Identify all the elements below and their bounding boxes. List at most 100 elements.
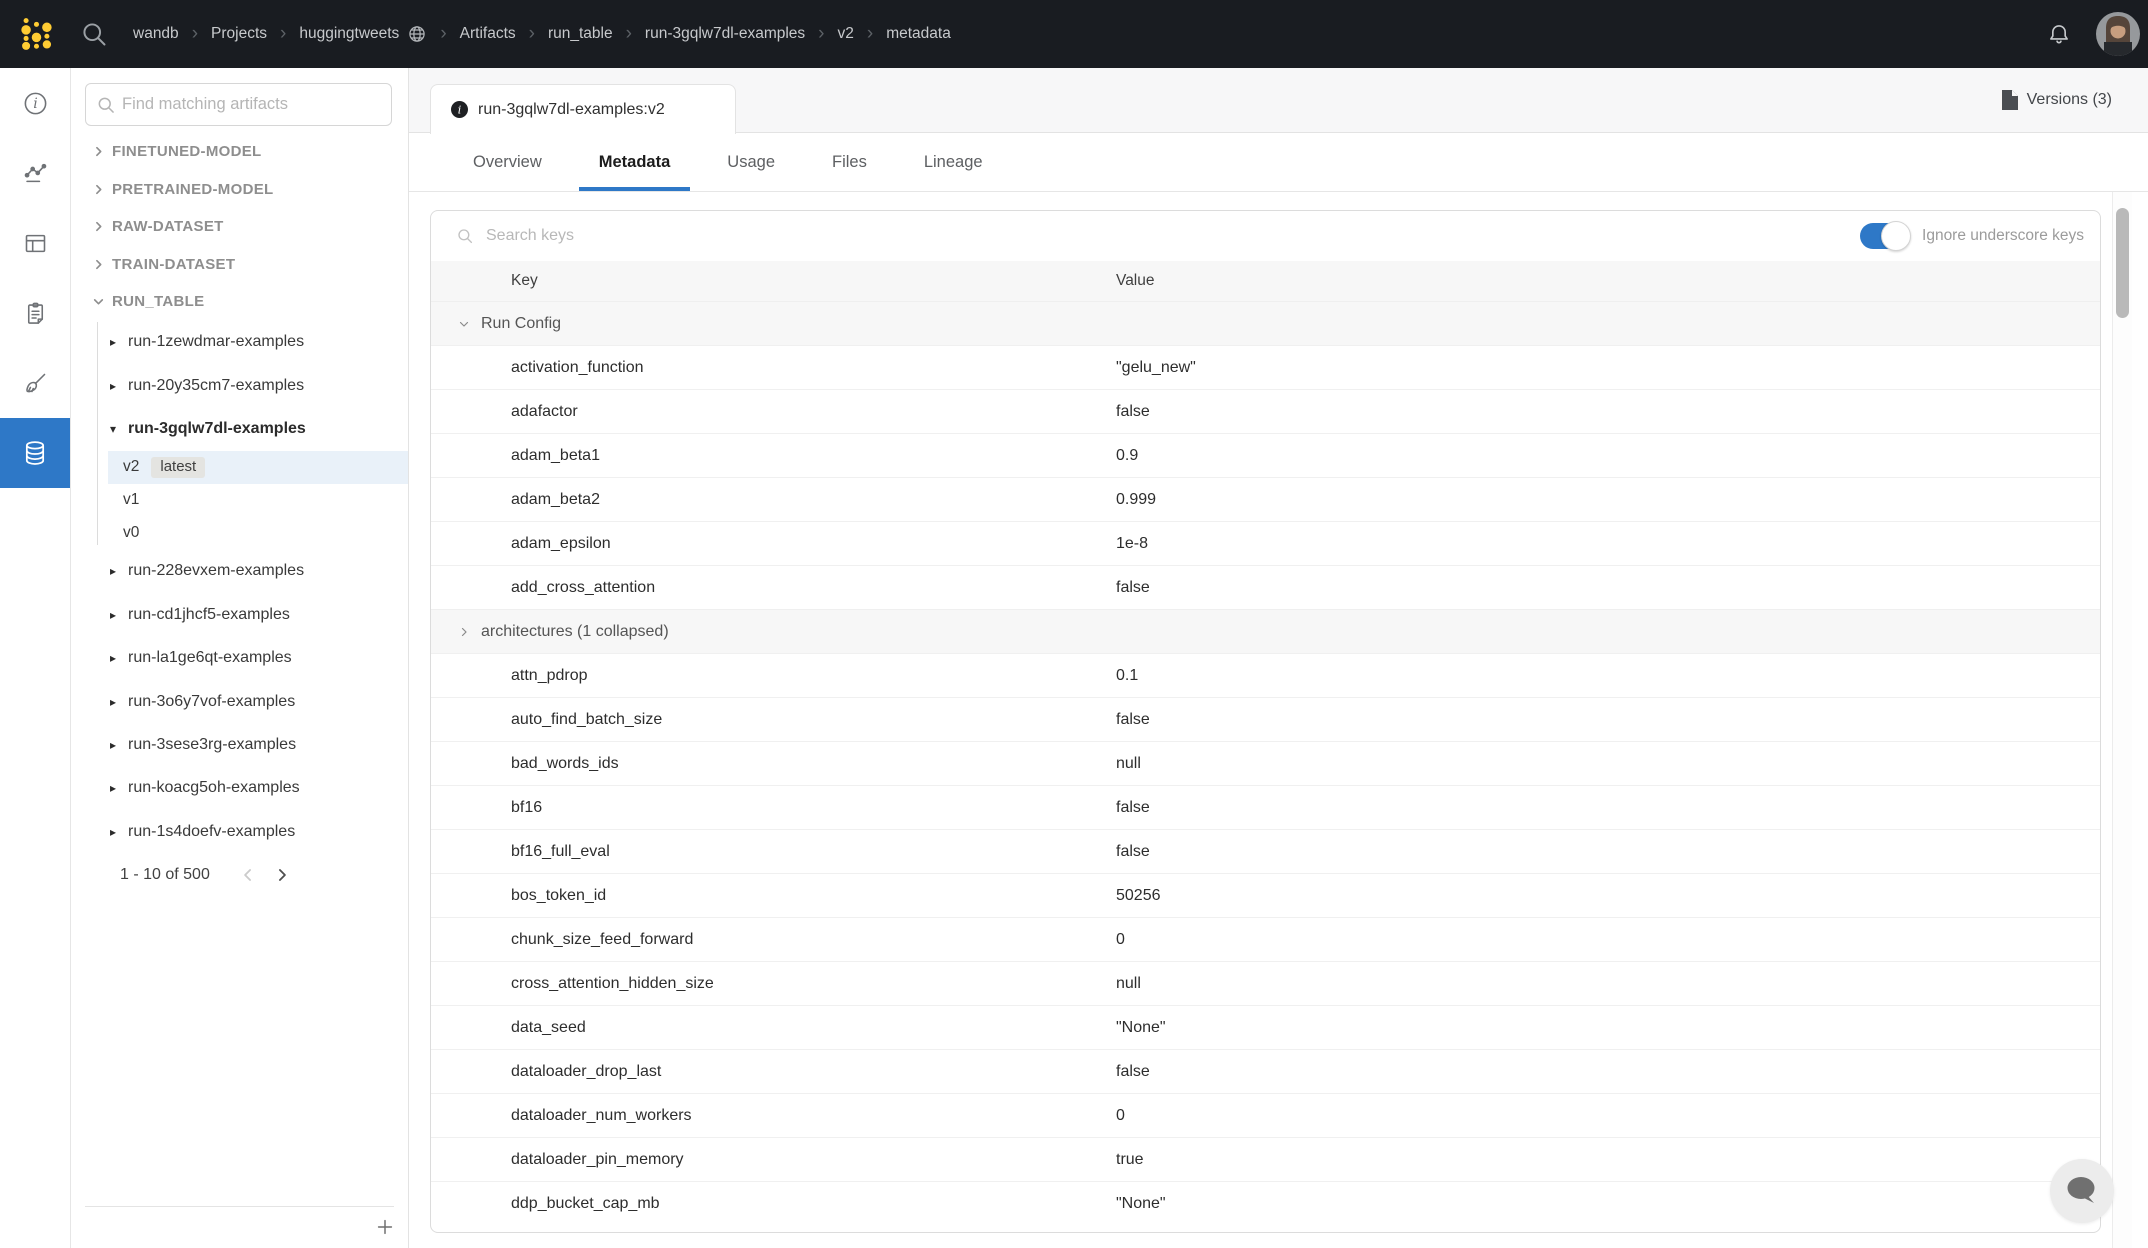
charts-icon[interactable] [0,138,70,208]
triangle-right-icon: ▸ [110,608,120,622]
chat-bubble-icon [2065,1175,2099,1207]
notifications-bell-icon[interactable] [2046,21,2072,47]
artifact-search-input[interactable] [122,95,391,114]
run-label: run-3o6y7vof-examples [128,693,295,711]
versions-label: Versions (3) [2027,91,2112,109]
info-icon[interactable]: i [0,68,70,138]
breadcrumb-label: huggingtweets [299,25,399,43]
breadcrumb-label: metadata [886,25,951,43]
metadata-row-ddp-bucket-cap-mb: ddp_bucket_cap_mb"None" [431,1181,2100,1225]
sidebar-category-pretrained-model[interactable]: PRETRAINED-MODEL [71,171,408,209]
sidebar-run-run-koacg5oh-examples[interactable]: ▸run-koacg5oh-examples [71,767,408,810]
sidebar-category-finetuned-model[interactable]: FINETUNED-MODEL [71,133,408,171]
chevron-right-icon[interactable] [272,865,292,885]
run-label: run-koacg5oh-examples [128,779,300,797]
sidebar-run-run-1s4doefv-examples[interactable]: ▸run-1s4doefv-examples [71,810,408,853]
run-label: run-3gqlw7dl-examples [128,420,306,438]
sidebar-category-train-dataset[interactable]: TRAIN-DATASET [71,246,408,284]
chevron-right-icon [458,626,470,638]
metadata-row-cross-attention-hidden-size: cross_attention_hidden_sizenull [431,961,2100,1005]
metadata-group-row-architectures-1-collapsed-[interactable]: architectures (1 collapsed) [431,609,2100,653]
sidebar-version-v0[interactable]: v0 [108,517,408,550]
sidebar-version-v1[interactable]: v1 [108,484,408,517]
sweeps-broom-icon[interactable] [0,348,70,418]
metadata-key: dataloader_pin_memory [511,1151,1116,1169]
help-chat-button[interactable] [2050,1159,2114,1223]
metadata-key: bos_token_id [511,887,1116,905]
artifact-version-chip[interactable]: i run-3gqlw7dl-examples:v2 [430,84,736,134]
metadata-value: 0.1 [1116,667,1138,685]
sidebar-category-run-table[interactable]: RUN_TABLE [71,283,408,321]
metadata-value: false [1116,579,1150,597]
tab-lineage[interactable]: Lineage [904,133,1003,191]
metadata-value: false [1116,843,1150,861]
breadcrumb-item-projects[interactable]: Projects [211,25,267,43]
search-icon[interactable] [80,20,108,48]
breadcrumb-label: v2 [838,25,854,43]
sidebar-category-raw-dataset[interactable]: RAW-DATASET [71,208,408,246]
run-label: run-3sese3rg-examples [128,736,296,754]
search-icon [96,95,116,115]
metadata-key: ddp_bucket_cap_mb [511,1195,1116,1213]
topbar-right [2046,0,2148,68]
sidebar-version-v2[interactable]: v2latest [108,451,408,484]
info-filled-icon: i [451,101,468,118]
metadata-search-row: Ignore underscore keys [431,211,2100,261]
metadata-row-bf16: bf16false [431,785,2100,829]
metadata-search-input[interactable] [486,227,1848,245]
tables-icon[interactable] [0,208,70,278]
metadata-row-auto-find-batch-size: auto_find_batch_sizefalse [431,697,2100,741]
tab-metadata[interactable]: Metadata [579,133,691,191]
sidebar-run-run-3gqlw7dl-examples[interactable]: ▾run-3gqlw7dl-examples [71,407,408,450]
search-icon [456,227,474,245]
sidebar-run-run-20y35cm7-examples[interactable]: ▸run-20y35cm7-examples [71,364,408,407]
ignore-underscore-toggle[interactable] [1860,223,1908,249]
vertical-scrollbar[interactable] [2112,192,2132,1248]
sidebar-run-run-la1ge6qt-examples[interactable]: ▸run-la1ge6qt-examples [71,636,408,679]
metadata-row-adafactor: adafactorfalse [431,389,2100,433]
metadata-group-row-run-config[interactable]: Run Config [431,301,2100,345]
breadcrumb-item-huggingtweets[interactable]: huggingtweets [299,24,427,44]
reports-icon[interactable] [0,278,70,348]
artifacts-database-icon[interactable] [0,418,70,488]
tab-usage[interactable]: Usage [707,133,795,191]
triangle-right-icon: ▸ [110,379,120,393]
triangle-right-icon: ▸ [110,651,120,665]
breadcrumb-item-metadata[interactable]: metadata [886,25,951,43]
metadata-key: bf16_full_eval [511,843,1116,861]
metadata-value: false [1116,403,1150,421]
run-label: run-cd1jhcf5-examples [128,606,290,624]
metadata-value: false [1116,799,1150,817]
tab-overview[interactable]: Overview [453,133,562,191]
breadcrumb-item-artifacts[interactable]: Artifacts [460,25,516,43]
artifact-version-label: run-3gqlw7dl-examples:v2 [478,101,665,119]
breadcrumb-separator-icon: › [192,24,198,43]
run-label: run-1zewdmar-examples [128,333,304,351]
tab-files[interactable]: Files [812,133,887,191]
artifact-sidebar: FINETUNED-MODEL PRETRAINED-MODEL RAW-DATAS… [71,68,409,1248]
scrollbar-thumb[interactable] [2116,208,2129,318]
breadcrumb-separator-icon: › [867,24,873,43]
metadata-key: auto_find_batch_size [511,711,1116,729]
add-artifact-button[interactable] [372,1214,398,1240]
chevron-down-icon [92,295,105,308]
breadcrumb-item-run-3gqlw7dl-examples[interactable]: run-3gqlw7dl-examples [645,25,805,43]
user-avatar[interactable] [2096,12,2140,56]
sidebar-run-run-3sese3rg-examples[interactable]: ▸run-3sese3rg-examples [71,723,408,766]
breadcrumb-item-run-table[interactable]: run_table [548,25,613,43]
sidebar-run-run-228evxem-examples[interactable]: ▸run-228evxem-examples [71,550,408,593]
versions-button[interactable]: Versions (3) [2001,90,2112,110]
metadata-value: "None" [1116,1019,1166,1037]
metadata-key: adam_beta1 [511,447,1116,465]
metadata-key: cross_attention_hidden_size [511,975,1116,993]
breadcrumb-item-v2[interactable]: v2 [838,25,854,43]
breadcrumb-separator-icon: › [280,24,286,43]
wandb-logo[interactable] [0,0,70,68]
sidebar-run-run-cd1jhcf5-examples[interactable]: ▸ run-cd1jhcf5-examples [71,593,408,636]
metadata-value: "None" [1116,1195,1166,1213]
breadcrumb-separator-icon: › [626,24,632,43]
sidebar-run-run-1zewdmar-examples[interactable]: ▸run-1zewdmar-examples [71,321,408,364]
category-label: PRETRAINED-MODEL [112,181,273,198]
sidebar-run-run-3o6y7vof-examples[interactable]: ▸run-3o6y7vof-examples [71,680,408,723]
breadcrumb-item-wandb[interactable]: wandb [133,25,179,43]
